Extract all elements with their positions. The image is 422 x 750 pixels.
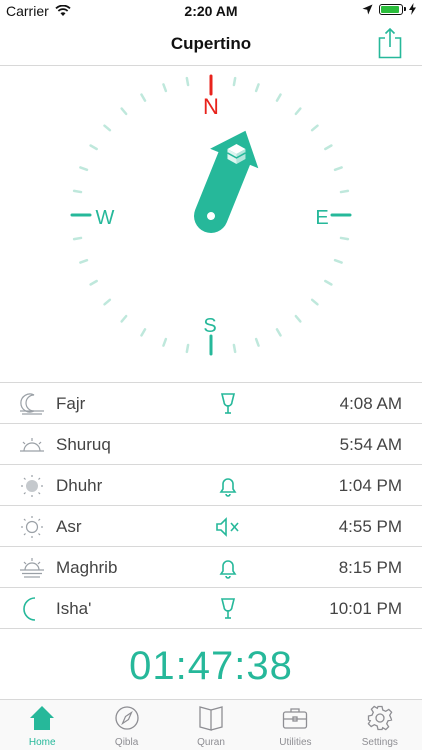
prayer-name: Dhuhr <box>56 476 103 495</box>
prayer-time: 4:08 AM <box>339 394 402 413</box>
prayer-name: Maghrib <box>56 558 118 577</box>
tab-utilities[interactable]: Utilities <box>253 700 337 750</box>
compass-east-label: E <box>315 207 328 229</box>
compass-tick <box>294 314 302 323</box>
navigation-bar: Cupertino <box>0 22 422 66</box>
prayer-row-dhuhr[interactable]: Dhuhr 1:04 PM <box>0 465 422 506</box>
compass-north-label: N <box>203 94 219 119</box>
speaker-icon[interactable] <box>214 596 242 622</box>
prayer-name: Isha' <box>56 599 92 618</box>
compass-tick <box>339 189 350 194</box>
prayer-name: Fajr <box>56 394 86 413</box>
sun-full-icon <box>21 475 43 497</box>
compass-tick <box>333 166 343 172</box>
compass-tick <box>275 328 282 337</box>
prayer-name: Asr <box>56 517 82 536</box>
tab-label: Utilities <box>279 737 312 748</box>
compass-tick <box>185 343 190 354</box>
sunrise-icon <box>20 438 44 452</box>
prayer-row-asr[interactable]: Asr 4:55 PM <box>0 506 422 547</box>
qibla-compass: N E S W <box>0 66 422 382</box>
prayer-times-list: Fajr 4:08 AM Shuruq 5:54 AM Dhuhr 1:04 P… <box>0 382 422 629</box>
compass-tick <box>120 107 128 116</box>
tab-label: Quran <box>197 737 225 748</box>
compass-tick <box>185 76 190 87</box>
tab-settings[interactable]: Settings <box>338 700 422 750</box>
moon-icon <box>23 597 36 621</box>
prayer-time: 5:54 AM <box>339 435 402 454</box>
compass-tick <box>120 314 128 323</box>
compass-tick <box>162 83 168 93</box>
share-icon <box>378 27 402 59</box>
compass-tick <box>310 124 319 132</box>
compass-tick <box>103 124 112 132</box>
compass-tick <box>324 144 333 151</box>
bell-icon[interactable] <box>214 555 242 581</box>
compass-tick <box>333 258 343 264</box>
prayer-time: 4:55 PM <box>338 517 402 536</box>
compass-tick <box>254 337 260 347</box>
charging-bolt-icon <box>409 3 416 15</box>
tab-bar: Home Qibla Quran Utilities Settings <box>0 699 422 750</box>
battery-icon <box>379 3 406 15</box>
prayer-row-isha[interactable]: Isha' 10:01 PM <box>0 588 422 629</box>
compass-tick <box>72 189 83 194</box>
prayer-time: 10:01 PM <box>329 599 402 618</box>
home-icon <box>30 706 55 730</box>
compass-tick <box>294 107 302 116</box>
next-prayer-countdown: 01:47:38 <box>129 644 293 688</box>
status-bar: Carrier 2:20 AM <box>0 0 422 22</box>
compass-west-label: W <box>96 207 115 229</box>
page-title: Cupertino <box>170 34 252 53</box>
tab-quran[interactable]: Quran <box>169 700 253 750</box>
speaker-icon[interactable] <box>214 391 242 417</box>
prayer-time: 8:15 PM <box>338 558 402 577</box>
status-right <box>362 3 416 15</box>
location-arrow-icon <box>362 4 373 14</box>
prayer-row-shuruq[interactable]: Shuruq 5:54 AM <box>0 424 422 465</box>
compass-tick <box>162 337 168 347</box>
status-time: 2:20 AM <box>184 3 238 19</box>
toolbox-icon <box>283 708 308 729</box>
fajr-sunrise-icon <box>20 393 44 415</box>
compass-tick <box>79 258 89 264</box>
sunset-icon <box>20 558 44 578</box>
compass-tick <box>275 93 282 102</box>
tab-label: Settings <box>361 737 398 748</box>
share-button[interactable] <box>376 26 404 60</box>
compass-tick <box>103 298 112 306</box>
tab-qibla[interactable]: Qibla <box>84 700 168 750</box>
compass-tick <box>140 93 147 102</box>
prayer-row-maghrib[interactable]: Maghrib 8:15 PM <box>0 547 422 588</box>
compass-tick <box>232 343 237 354</box>
compass-tick <box>140 328 147 337</box>
prayer-name: Shuruq <box>56 435 111 454</box>
compass-tick <box>89 144 98 151</box>
prayer-time: 1:04 PM <box>338 476 402 495</box>
compass-tick <box>254 83 260 93</box>
compass-tick <box>232 76 237 87</box>
compass-icon <box>114 706 139 730</box>
compass-south-label: S <box>203 315 216 337</box>
sun-outline-icon <box>21 516 43 538</box>
bell-icon[interactable] <box>214 473 242 499</box>
tab-label: Qibla <box>114 737 139 748</box>
gear-icon <box>367 705 393 731</box>
compass-tick <box>339 236 350 241</box>
compass-tick <box>79 166 89 172</box>
compass-dial: N E S W <box>70 74 352 356</box>
tab-home[interactable]: Home <box>0 700 84 750</box>
compass-tick <box>310 298 319 306</box>
mute-icon[interactable] <box>214 514 242 540</box>
compass-tick <box>72 236 83 241</box>
tab-label: Home <box>28 737 56 748</box>
qibla-needle <box>194 130 259 233</box>
book-icon <box>199 706 223 731</box>
prayer-row-fajr[interactable]: Fajr 4:08 AM <box>0 383 422 424</box>
compass-tick <box>324 279 333 286</box>
compass-tick <box>89 279 98 286</box>
